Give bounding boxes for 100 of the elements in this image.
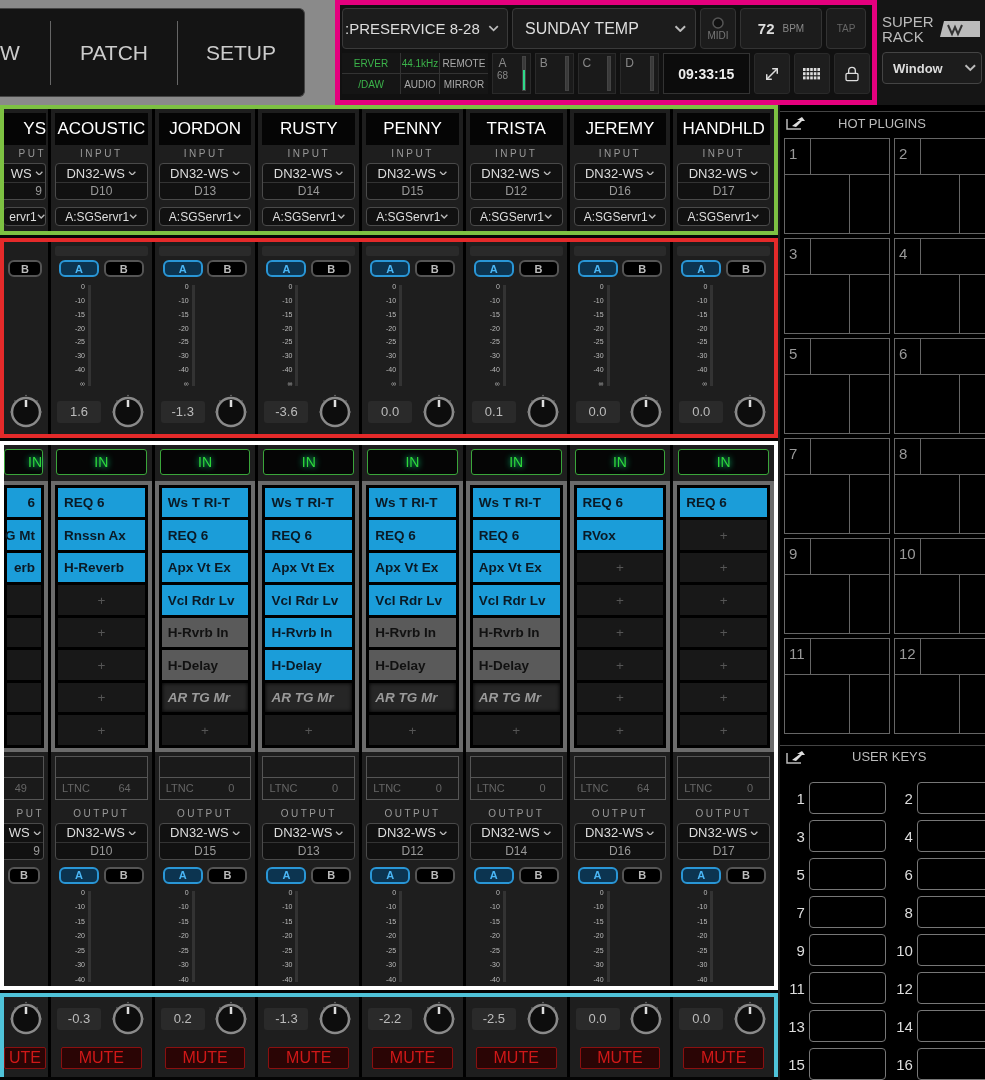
channel-name[interactable]: ACOUSTIC	[55, 113, 148, 145]
plugin-slot[interactable]: REQ 6	[576, 488, 664, 518]
ab-toggle[interactable]: B	[8, 260, 42, 278]
ab-toggle[interactable]: A	[370, 867, 411, 884]
device-dropdown[interactable]: DN32-WS	[574, 164, 666, 182]
device-dropdown[interactable]: DN32-WS	[159, 824, 251, 842]
plugin-slot[interactable]: AR TG Mr	[369, 683, 456, 713]
ab-toggle[interactable]: B	[311, 260, 352, 278]
ab-toggle[interactable]: B	[414, 867, 455, 884]
hot-plugin-slot[interactable]: 8	[894, 437, 985, 534]
device-dropdown[interactable]: WS	[4, 164, 45, 182]
device-dropdown[interactable]: DN32-WS	[470, 164, 562, 182]
device-dropdown[interactable]: DN32-WS	[263, 824, 355, 842]
plugin-slot[interactable]: Apx Vt Ex	[369, 553, 456, 583]
plugin-slot[interactable]: Apx Vt Ex	[161, 553, 249, 583]
mute-button[interactable]: MUTE	[579, 1046, 661, 1069]
insert-button[interactable]: IN	[56, 449, 147, 475]
channel-name[interactable]: RUSTY	[262, 113, 356, 145]
network-dropdown[interactable]: A:SGServr1	[677, 207, 770, 226]
mute-button[interactable]: UTE	[4, 1046, 46, 1069]
device-dropdown[interactable]: DN32-WS	[367, 164, 458, 182]
plugin-slot[interactable]: 6	[7, 488, 41, 518]
device-dropdown[interactable]: DN32-WS	[678, 824, 769, 842]
mute-button[interactable]: MUTE	[61, 1046, 142, 1069]
scene-dropdown[interactable]: SUNDAY TEMP	[512, 8, 696, 49]
insert-button[interactable]: IN	[367, 449, 458, 475]
midi-button[interactable]: MIDI	[700, 8, 736, 49]
nav-tab[interactable]: W	[0, 20, 50, 85]
ab-toggle[interactable]: B	[103, 867, 144, 884]
plugin-slot[interactable]: Vcl Rdr Lv	[369, 585, 456, 615]
channel-name[interactable]: PENNY	[366, 113, 459, 145]
plugin-slot[interactable]: H-Delay	[265, 650, 353, 680]
window-dropdown[interactable]: Window	[882, 52, 982, 84]
ab-toggle[interactable]: A	[266, 867, 307, 884]
insert-button[interactable]: IN	[159, 449, 251, 475]
insert-button[interactable]: IN	[678, 449, 769, 475]
plugin-slot[interactable]: REQ 6	[369, 520, 456, 550]
mute-button[interactable]: MUTE	[164, 1046, 246, 1069]
network-dropdown[interactable]: A:SGServr1	[55, 207, 148, 226]
hot-plugin-slot[interactable]: 4	[894, 237, 985, 334]
device-dropdown[interactable]: DN32-WS	[470, 824, 562, 842]
plugin-slot[interactable]: Apx Vt Ex	[472, 553, 560, 583]
ab-toggle[interactable]: A	[59, 260, 99, 278]
plugin-slot[interactable]: Rnssn Ax	[58, 520, 145, 550]
plugin-slot[interactable]: AR TG Mr	[265, 683, 353, 713]
channel-name[interactable]: JORDON	[158, 113, 252, 145]
insert-button[interactable]: IN	[4, 449, 43, 475]
device-dropdown[interactable]: DN32-WS	[678, 164, 769, 182]
plugin-slot[interactable]: H-Rvrb In	[265, 618, 353, 648]
plugin-slot[interactable]: H-Reverb	[58, 553, 145, 583]
plugin-slot[interactable]: REQ 6	[265, 520, 353, 550]
plugin-slot[interactable]: Ws T RI-T	[265, 488, 353, 518]
nav-tab[interactable]: SETUP	[177, 20, 304, 85]
device-dropdown[interactable]: DN32-WS	[263, 164, 355, 182]
plugin-slot[interactable]: Ws T RI-T	[472, 488, 560, 518]
network-dropdown[interactable]: A:SGServr1	[366, 207, 459, 226]
hot-plugin-slot[interactable]: 6	[894, 337, 985, 434]
plugin-slot[interactable]: RVox	[576, 520, 664, 550]
ab-toggle[interactable]: B	[8, 867, 40, 884]
hot-plugin-slot[interactable]: 5	[784, 337, 890, 434]
hot-plugin-slot[interactable]: 3	[784, 237, 890, 334]
network-dropdown[interactable]: A:SGServr1	[262, 207, 356, 226]
ab-toggle[interactable]: B	[726, 260, 766, 278]
device-dropdown[interactable]: WS	[4, 824, 43, 842]
ab-toggle[interactable]: A	[59, 867, 99, 884]
ab-toggle[interactable]: B	[414, 260, 455, 278]
ab-toggle[interactable]: B	[207, 260, 248, 278]
plugin-slot[interactable]: REQ 6	[58, 488, 145, 518]
ab-toggle[interactable]: A	[473, 260, 514, 278]
ab-toggle[interactable]: B	[311, 867, 352, 884]
tempo-field[interactable]: 72 BPM	[740, 8, 822, 49]
hot-plugin-slot[interactable]: 12	[894, 637, 985, 734]
ab-toggle[interactable]: A	[577, 867, 618, 884]
device-dropdown[interactable]: DN32-WS	[56, 824, 147, 842]
plugin-slot[interactable]: Vcl Rdr Lv	[472, 585, 560, 615]
hot-plugin-slot[interactable]: 11	[784, 637, 890, 734]
ab-toggle[interactable]: B	[518, 867, 559, 884]
plugin-slot[interactable]: AR TG Mr	[161, 683, 249, 713]
nav-tab[interactable]: PATCH	[50, 20, 177, 85]
ab-toggle[interactable]: A	[577, 260, 618, 278]
plugin-slot[interactable]: Vcl Rdr Lv	[265, 585, 353, 615]
ab-toggle[interactable]: B	[622, 260, 663, 278]
hot-plugin-slot[interactable]: 2	[894, 137, 985, 234]
mute-button[interactable]: MUTE	[683, 1046, 764, 1069]
hot-plugin-slot[interactable]: 1	[784, 137, 890, 234]
ab-toggle[interactable]: A	[162, 260, 203, 278]
ab-toggle[interactable]: A	[162, 867, 203, 884]
ab-toggle[interactable]: B	[726, 867, 766, 884]
channel-name[interactable]: YS	[4, 113, 46, 145]
mute-button[interactable]: MUTE	[475, 1046, 557, 1069]
ab-toggle[interactable]: B	[207, 867, 248, 884]
channel-name[interactable]: JEREMY	[573, 113, 667, 145]
ab-toggle[interactable]: A	[473, 867, 514, 884]
device-dropdown[interactable]: DN32-WS	[56, 164, 147, 182]
insert-button[interactable]: IN	[263, 449, 355, 475]
device-dropdown[interactable]: DN32-WS	[574, 824, 666, 842]
plugin-slot[interactable]: Vcl Rdr Lv	[161, 585, 249, 615]
plugin-slot[interactable]: erb	[7, 553, 41, 583]
ab-toggle[interactable]: A	[370, 260, 411, 278]
hot-plugin-slot[interactable]: 7	[784, 437, 890, 534]
